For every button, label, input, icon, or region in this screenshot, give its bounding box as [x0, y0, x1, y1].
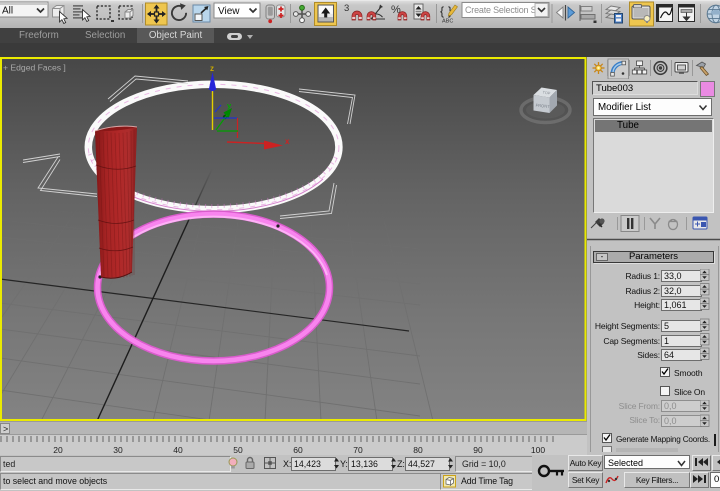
svg-text:50: 50 [233, 445, 243, 455]
svg-text:20: 20 [53, 445, 63, 455]
svg-text:+ Edged Faces ]: + Edged Faces ] [3, 63, 66, 73]
svg-text:3: 3 [344, 3, 349, 14]
svg-text:90: 90 [473, 445, 483, 455]
svg-text:x: x [285, 137, 290, 146]
svg-text:70: 70 [353, 445, 363, 455]
svg-text:z: z [210, 64, 214, 73]
svg-text:30: 30 [113, 445, 123, 455]
svg-text:View: View [218, 6, 240, 17]
svg-text:80: 80 [413, 445, 423, 455]
svg-text:Create Selection Se: Create Selection Se [465, 5, 541, 15]
svg-text:{: { [440, 4, 444, 18]
svg-text:60: 60 [293, 445, 303, 455]
svg-text:ABC: ABC [442, 19, 453, 25]
svg-text:40: 40 [173, 445, 183, 455]
svg-text:0: 0 [0, 445, 1, 455]
svg-text:100: 100 [531, 445, 545, 455]
svg-text:All: All [2, 6, 13, 17]
